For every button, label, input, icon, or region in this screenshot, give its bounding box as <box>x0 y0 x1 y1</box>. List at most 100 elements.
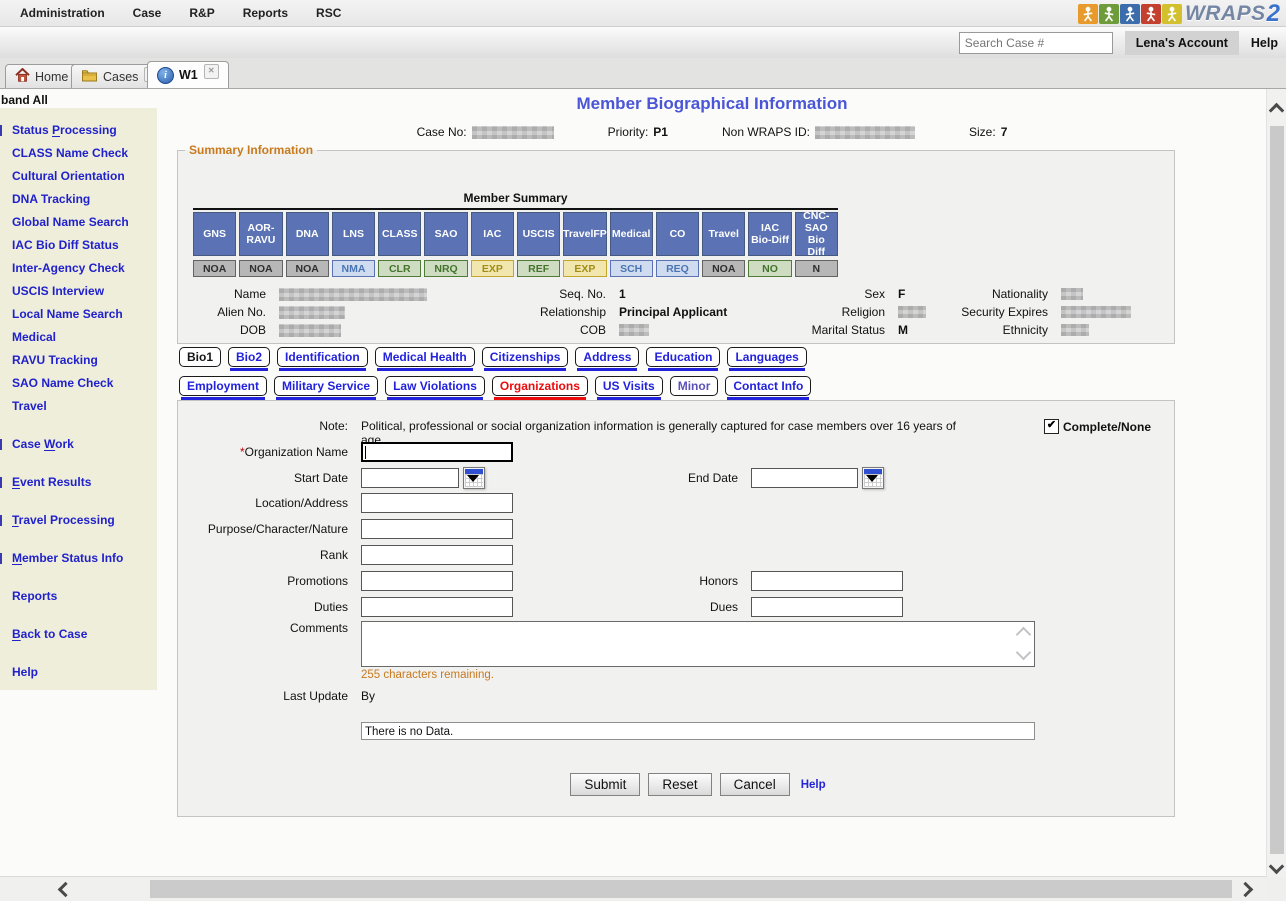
bio-tab-law-violations[interactable]: Law Violations <box>385 376 485 396</box>
horizontal-scrollbar-thumb[interactable] <box>150 880 1232 898</box>
utility-bar: Lena's Account Help <box>0 27 1286 58</box>
scrollbar-up-icon[interactable] <box>1269 103 1285 119</box>
last-update-by-label: By <box>361 689 375 703</box>
bio-tab-medical-health[interactable]: Medical Health <box>375 347 475 367</box>
tab-w1[interactable]: i W1 ✕ <box>147 61 229 88</box>
member-detail-column: Seq. No.1RelationshipPrincipal Applicant… <box>446 285 727 339</box>
complete-none-label: Complete/None <box>1063 420 1151 434</box>
rank-row: Rank <box>178 545 513 565</box>
bio-tab-military-service[interactable]: Military Service <box>274 376 378 396</box>
expand-tick-icon <box>0 515 2 526</box>
window-tab-strip: Home Cases ✕ i W1 ✕ <box>0 58 1286 89</box>
sidebar-item-back-to-case[interactable]: Back to Case <box>12 623 157 646</box>
horizontal-scrollbar[interactable] <box>0 876 1267 901</box>
bio-tab-minor[interactable]: Minor <box>670 376 719 396</box>
redacted-value <box>1061 306 1131 318</box>
start-date-label: Start Date <box>178 471 348 485</box>
detail-row-cob: COB <box>446 321 727 339</box>
detail-value: 1 <box>619 287 626 301</box>
scrollbar-down-icon[interactable] <box>1269 859 1285 875</box>
end-date-input[interactable] <box>751 468 858 488</box>
sidebar-item-event-results[interactable]: Event Results <box>12 471 157 494</box>
honors-input[interactable] <box>751 571 903 591</box>
sidebar-item-dna-tracking[interactable]: DNA Tracking <box>12 188 157 211</box>
case-no-label: Case No: <box>417 125 467 139</box>
summary-column-header: AOR- RAVU <box>239 212 282 256</box>
close-tab-icon[interactable]: ✕ <box>204 64 219 79</box>
bio-tab-address[interactable]: Address <box>575 347 639 367</box>
form-help-link[interactable]: Help <box>801 779 826 791</box>
sidebar-item-case-work[interactable]: Case Work <box>12 433 157 456</box>
sidebar-item-member-status-info[interactable]: Member Status Info <box>12 547 157 570</box>
purpose-input[interactable] <box>361 519 513 539</box>
bio-tab-bio1[interactable]: Bio1 <box>179 347 221 367</box>
logo-figure-icon <box>1162 4 1182 24</box>
menu-rsc[interactable]: RSC <box>316 6 341 20</box>
dues-input[interactable] <box>751 597 903 617</box>
summary-column-medical: MedicalSCH <box>610 212 653 277</box>
rank-input[interactable] <box>361 545 513 565</box>
summary-column-header: IAC <box>471 212 514 256</box>
bio-tab-contact-info[interactable]: Contact Info <box>725 376 811 396</box>
scrollbar-right-icon[interactable] <box>1238 882 1254 898</box>
bio-tab-identification[interactable]: Identification <box>277 347 368 367</box>
tab-w1-label: W1 <box>179 68 198 82</box>
sidebar-item-medical[interactable]: Medical <box>12 326 157 349</box>
cancel-button[interactable]: Cancel <box>720 773 790 796</box>
sidebar-item-status-processing[interactable]: Status Processing <box>12 119 157 142</box>
end-date-calendar-icon[interactable] <box>862 467 884 489</box>
sidebar-item-class-name-check[interactable]: CLASS Name Check <box>12 142 157 165</box>
scrollbar-corner <box>1267 877 1286 901</box>
menu-case[interactable]: Case <box>133 6 162 20</box>
redacted-case-number <box>472 126 554 139</box>
expand-tick-icon <box>0 125 2 136</box>
redacted-non-wraps-id <box>815 126 915 139</box>
sidebar-item-reports[interactable]: Reports <box>12 585 157 608</box>
bio-tab-citizenships[interactable]: Citizenships <box>482 347 569 367</box>
bio-tab-organizations[interactable]: Organizations <box>492 376 588 396</box>
submit-button[interactable]: Submit <box>570 773 640 796</box>
menu-reports[interactable]: Reports <box>243 6 288 20</box>
bio-tab-languages[interactable]: Languages <box>727 347 806 367</box>
bio-tab-education[interactable]: Education <box>646 347 720 367</box>
help-menu[interactable]: Help <box>1251 36 1278 50</box>
sidebar-item-travel-processing[interactable]: Travel Processing <box>12 509 157 532</box>
summary-status-badge: CLR <box>378 260 421 277</box>
sidebar-item-iac-bio-diff-status[interactable]: IAC Bio Diff Status <box>12 234 157 257</box>
vertical-scrollbar-thumb[interactable] <box>1270 126 1284 854</box>
sidebar-item-help[interactable]: Help <box>12 661 157 684</box>
start-date-input[interactable] <box>361 468 459 488</box>
bio-tabs-row-2: Employment Military Service Law Violations… <box>179 376 818 396</box>
summary-column-travel: TravelNOA <box>702 212 745 277</box>
note-label: Note: <box>178 419 348 433</box>
organization-name-row: *Organization Name <box>178 442 513 462</box>
vertical-scrollbar[interactable] <box>1266 89 1286 877</box>
reset-button[interactable]: Reset <box>648 773 711 796</box>
comments-label: Comments <box>178 621 348 635</box>
menu-r-p[interactable]: R&P <box>189 6 214 20</box>
search-case-input[interactable] <box>959 32 1113 54</box>
expand-all-link-clipped[interactable]: band All <box>1 93 48 107</box>
duties-input[interactable] <box>361 597 513 617</box>
organization-name-input[interactable] <box>361 442 513 462</box>
start-date-calendar-icon[interactable] <box>463 467 485 489</box>
menu-administration[interactable]: Administration <box>20 6 105 20</box>
bio-tab-employment[interactable]: Employment <box>179 376 267 396</box>
promotions-input[interactable] <box>361 571 513 591</box>
complete-none-checkbox[interactable]: ✔ <box>1044 419 1059 434</box>
sidebar-item-local-name-search[interactable]: Local Name Search <box>12 303 157 326</box>
location-input[interactable] <box>361 493 513 513</box>
sidebar-item-sao-name-check[interactable]: SAO Name Check <box>12 372 157 395</box>
bio-tab-us-visits[interactable]: US Visits <box>595 376 663 396</box>
sidebar-item-inter-agency-check[interactable]: Inter-Agency Check <box>12 257 157 280</box>
bio-tab-bio2[interactable]: Bio2 <box>228 347 270 367</box>
scrollbar-left-icon[interactable] <box>58 882 74 898</box>
sidebar-item-uscis-interview[interactable]: USCIS Interview <box>12 280 157 303</box>
comments-textarea[interactable] <box>361 621 1035 667</box>
tab-home[interactable]: Home <box>5 64 78 88</box>
sidebar-item-cultural-orientation[interactable]: Cultural Orientation <box>12 165 157 188</box>
account-button[interactable]: Lena's Account <box>1125 31 1239 55</box>
sidebar-item-ravu-tracking[interactable]: RAVU Tracking <box>12 349 157 372</box>
sidebar-item-global-name-search[interactable]: Global Name Search <box>12 211 157 234</box>
sidebar-item-travel[interactable]: Travel <box>12 395 157 418</box>
